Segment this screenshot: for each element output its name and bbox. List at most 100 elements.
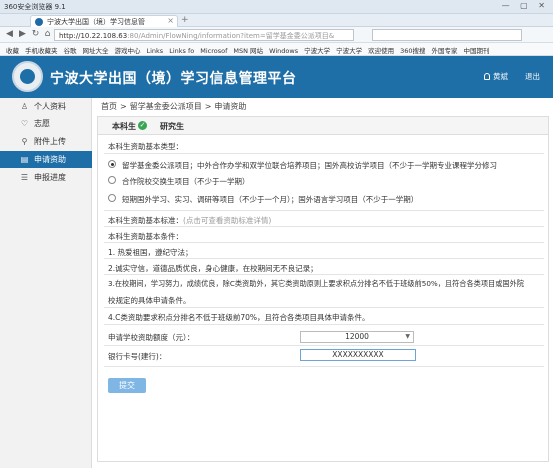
site-header: 宁波大学出国（境）学习信息管理平台 黄斌 退出 (0, 56, 553, 98)
option-2-label: 合作院校交换生项目（不少于一学期） (122, 177, 250, 186)
tab-favicon-icon (35, 18, 43, 26)
divider (104, 274, 544, 275)
bookmark-item[interactable]: 收藏 (6, 45, 19, 55)
sidebar-item-label: 申报进度 (34, 173, 66, 182)
browser-search-field[interactable] (372, 29, 522, 41)
browser-titlebar: 360安全浏览器 9.1 — ▢ ✕ (0, 0, 553, 14)
radio-option-1[interactable] (108, 160, 116, 168)
radio-option-2[interactable] (108, 176, 116, 184)
bookmark-item[interactable]: Windows (269, 47, 298, 55)
progress-icon: ☰ (20, 173, 29, 182)
conditions-heading: 本科生资助基本条件： (108, 232, 183, 241)
browser-tab[interactable]: 宁波大学出国（境）学习信息管 × (30, 15, 178, 27)
submit-button[interactable]: 提交 (108, 378, 146, 393)
divider (104, 324, 544, 325)
bookmark-item[interactable]: 谷歌 (64, 45, 77, 55)
close-tab-icon[interactable]: × (167, 16, 174, 25)
sidebar-item-label: 志愿 (34, 119, 50, 128)
bookmark-item[interactable]: 宁波大学 (336, 45, 362, 55)
radio-option-3[interactable] (108, 194, 116, 202)
window-controls[interactable]: — ▢ ✕ (502, 1, 549, 10)
condition-line: 1. 热爱祖国，遵纪守法； (108, 248, 193, 257)
sidebar-item-label: 申请资助 (34, 155, 66, 164)
standard-detail-link[interactable]: (点击可查看资助标准详情) (183, 216, 271, 225)
tab-title: 宁波大学出国（境）学习信息管 (47, 18, 145, 26)
user-icon (484, 73, 490, 80)
divider (104, 210, 544, 211)
user-link[interactable]: 黄斌 (484, 71, 508, 82)
university-logo (12, 61, 43, 92)
sidebar-item-profile[interactable]: ♙ 个人资料 (0, 98, 92, 115)
document-icon: ▤ (20, 155, 29, 164)
standard-label-text: 本科生资助基本标准： (108, 216, 183, 225)
bookmarks-bar: 收藏 手机收藏夹 谷歌 网址大全 游戏中心 Links Links fo Microsof MS… (0, 43, 553, 56)
heart-icon: ♡ (20, 119, 29, 128)
back-icon[interactable]: ◀ (4, 29, 15, 40)
breadcrumb-current: 申请资助 (214, 102, 247, 111)
bookmark-item[interactable]: 游戏中心 (115, 45, 141, 55)
bookmark-item[interactable]: Microsof (200, 47, 227, 55)
amount-select[interactable]: 12000 ▼ (300, 331, 414, 343)
bookmark-item[interactable]: 中国期刊 (464, 45, 490, 55)
site-title: 宁波大学出国（境）学习信息管理平台 (50, 71, 297, 87)
bookmark-item[interactable]: 360搜搜 (400, 45, 425, 55)
sidebar-item-apply-funding[interactable]: ▤ 申请资助 (0, 151, 92, 168)
sidebar: ♙ 个人资料 ♡ 志愿 ⚲ 附件上传 ▤ 申请资助 ☰ 申报进度 (0, 98, 92, 468)
breadcrumb-project[interactable]: 留学基金委公派项目 (130, 102, 202, 111)
person-icon: ♙ (20, 102, 29, 111)
divider (104, 242, 544, 243)
sidebar-item-label: 附件上传 (34, 137, 66, 146)
bookmark-item[interactable]: 宁波大学 (304, 45, 330, 55)
bookmark-item[interactable]: 外国专家 (432, 45, 458, 55)
bookmark-item[interactable]: MSN 网站 (233, 45, 263, 55)
url-path: :80/Admin/FlowNing/information?item=留学基金… (127, 32, 335, 40)
option-1-label: 留学基金委公派项目；中外合作办学和双学位联合培养项目；国外高校访学项目（不少于一… (122, 161, 497, 170)
forward-icon[interactable]: ▶ (17, 29, 28, 40)
types-heading: 本科生资助基本类型： (108, 142, 183, 151)
tab-undergraduate[interactable]: 本科生 (112, 121, 136, 132)
bookmark-item[interactable]: Links fo (169, 47, 194, 55)
sidebar-item-progress[interactable]: ☰ 申报进度 (0, 169, 92, 186)
new-tab-icon[interactable]: + (181, 15, 189, 25)
window-title: 360安全浏览器 9.1 (4, 3, 66, 11)
amount-label: 申请学校资助额度（元）： (108, 333, 195, 342)
condition-line: 2.诚实守信，道德品质优良，身心健康，在校期间无不良记录； (108, 264, 318, 273)
condition-line: 4.C类资助要求积点分排名不低于班级前70%，且符合各类项目具体申请条件。 (108, 313, 370, 322)
bookmark-item[interactable]: 欢迎使用 (368, 45, 394, 55)
divider (104, 345, 544, 346)
card-label: 银行卡号(建行)： (108, 352, 167, 361)
bookmark-item[interactable]: 手机收藏夹 (25, 45, 58, 55)
check-icon: ✓ (138, 121, 147, 130)
condition-line: 校规定的具体申请条件。 (108, 296, 191, 305)
chevron-down-icon: ▼ (405, 333, 410, 340)
option-3-label: 短期国外学习、实习、调研等项目（不少于一个月）；国外语言学习项目（不少于一学期） (122, 195, 419, 204)
bank-card-input[interactable]: XXXXXXXXXX (300, 349, 416, 361)
user-name: 黄斌 (493, 72, 508, 81)
bookmark-item[interactable]: 网址大全 (83, 45, 109, 55)
divider (104, 226, 544, 227)
student-type-tabs: 本科生 ✓ 研究生 (98, 117, 548, 135)
standard-label: 本科生资助基本标准：(点击可查看资助标准详情) (108, 215, 271, 226)
url-field[interactable]: http://10.22.108.63:80/Admin/FlowNing/in… (54, 29, 354, 41)
logout-link[interactable]: 退出 (525, 71, 540, 82)
home-icon[interactable]: ⌂ (42, 29, 53, 40)
attachment-icon: ⚲ (21, 137, 28, 146)
browser-tabbar: 宁波大学出国（境）学习信息管 × + (0, 14, 553, 27)
divider (104, 366, 544, 367)
condition-line: 3.在校期间，学习努力，成绩优良，除C类资助外，其它类资助原则上要求积点分排名不… (108, 279, 524, 288)
amount-value: 12000 (345, 332, 369, 341)
sidebar-item-upload[interactable]: ⚲ 附件上传 (0, 133, 92, 150)
breadcrumb-home[interactable]: 首页 (101, 102, 117, 111)
sidebar-item-wishes[interactable]: ♡ 志愿 (0, 115, 92, 132)
address-bar-row: ◀ ▶ ↻ ⌂ http://10.22.108.63:80/Admin/Flo… (0, 27, 553, 43)
divider (104, 307, 544, 308)
url-host: http://10.22.108.63 (59, 32, 128, 40)
refresh-icon[interactable]: ↻ (30, 29, 41, 40)
divider (104, 258, 544, 259)
bookmark-item[interactable]: Links (147, 47, 164, 55)
sidebar-item-label: 个人资料 (34, 102, 66, 111)
tab-graduate[interactable]: 研究生 (160, 121, 184, 132)
funding-form-panel: 本科生 ✓ 研究生 本科生资助基本类型： 留学基金委公派项目；中外合作办学和双学… (97, 116, 549, 462)
breadcrumb: 首页 > 留学基金委公派项目 > 申请资助 (101, 102, 247, 111)
divider (104, 153, 544, 154)
